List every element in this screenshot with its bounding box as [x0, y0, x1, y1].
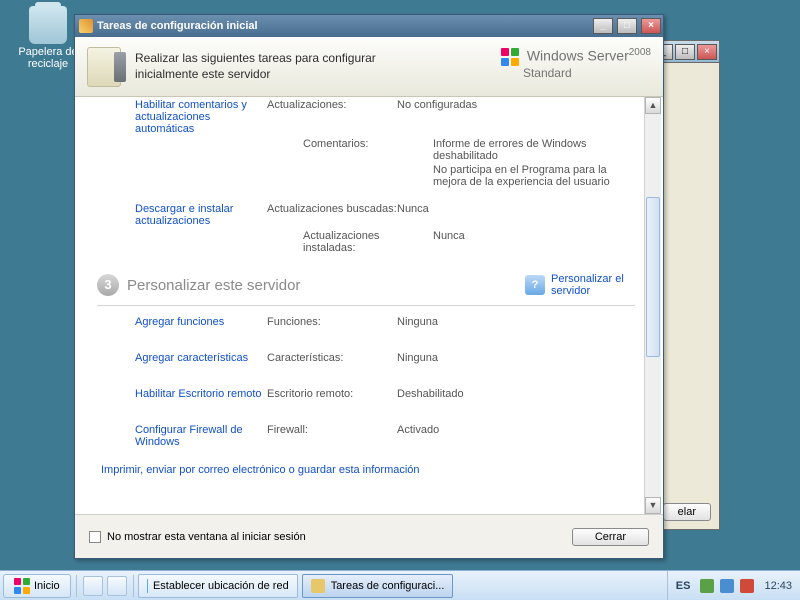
label-comments: Comentarios:	[303, 138, 433, 162]
label-roles: Funciones:	[267, 316, 397, 328]
section-customize: 3 Personalizar este servidor ? Personali…	[97, 273, 641, 297]
label-updates: Actualizaciones:	[267, 99, 397, 111]
value-rdp: Deshabilitado	[397, 388, 641, 400]
value-comments1: Informe de errores de Windows deshabilit…	[433, 138, 641, 162]
window-titlebar[interactable]: Tareas de configuración inicial _ □ ×	[75, 15, 663, 37]
initial-config-window: Tareas de configuración inicial _ □ × Re…	[74, 14, 664, 559]
label-dont-show: No mostrar esta ventana al iniciar sesió…	[107, 531, 306, 543]
scroll-up[interactable]: ▲	[645, 97, 661, 114]
value-installed: Nunca	[433, 230, 641, 254]
scroll-down[interactable]: ▼	[645, 497, 661, 514]
link-print-email-save[interactable]: Imprimir, enviar por correo electrónico …	[101, 464, 641, 476]
system-tray: ES 12:43	[667, 571, 800, 600]
task-download-updates: Descargar e instalar actualizaciones Act…	[91, 201, 641, 229]
bgwin-button[interactable]: elar	[663, 503, 711, 521]
window-icon	[79, 19, 93, 33]
taskbar: Inicio Establecer ubicación de red Tarea…	[0, 570, 800, 600]
quick-launch-item[interactable]	[107, 576, 127, 596]
windows-flag-icon	[501, 48, 519, 66]
scrollbar[interactable]: ▲ ▼	[644, 97, 661, 514]
tray-alert-icon[interactable]	[740, 579, 754, 593]
task-configure-firewall: Configurar Firewall de Windows Firewall:…	[91, 422, 641, 450]
taskbar-task-ict[interactable]: Tareas de configuraci...	[302, 574, 454, 598]
section-title: Personalizar este servidor	[127, 277, 300, 294]
task-enable-rdp: Habilitar Escritorio remoto Escritorio r…	[91, 386, 641, 412]
link-download-updates[interactable]: Descargar e instalar actualizaciones	[135, 203, 233, 227]
scroll-thumb[interactable]	[646, 197, 660, 357]
close-button[interactable]: ×	[641, 18, 661, 34]
value-roles: Ninguna	[397, 316, 641, 328]
window-title: Tareas de configuración inicial	[97, 20, 589, 32]
section-divider	[97, 305, 635, 306]
value-features: Ninguna	[397, 352, 641, 364]
link-configure-firewall[interactable]: Configurar Firewall de Windows	[135, 424, 243, 448]
quick-launch	[79, 576, 131, 596]
value-updates: No configuradas	[397, 99, 641, 111]
content-area: Habilitar comentarios y actualizaciones …	[91, 97, 661, 514]
label-rdp: Escritorio remoto:	[267, 388, 397, 400]
clock[interactable]: 12:43	[764, 580, 792, 592]
link-add-features[interactable]: Agregar características	[135, 352, 248, 364]
value-comments2: No participa en el Programa para la mejo…	[433, 164, 641, 188]
label-installed: Actualizaciones instaladas:	[303, 230, 433, 254]
section-number: 3	[97, 274, 119, 296]
link-enable-rdp[interactable]: Habilitar Escritorio remoto	[135, 388, 262, 400]
ict-icon	[311, 579, 325, 593]
tray-icon[interactable]	[700, 579, 714, 593]
bottom-bar: No mostrar esta ventana al iniciar sesió…	[75, 514, 663, 558]
header-icon	[87, 47, 121, 87]
value-firewall: Activado	[397, 424, 641, 436]
task-add-roles: Agregar funciones Funciones: Ninguna	[91, 314, 641, 340]
taskbar-separator	[76, 575, 77, 597]
help-icon: ?	[525, 275, 545, 295]
start-flag-icon	[14, 578, 30, 594]
link-add-roles[interactable]: Agregar funciones	[135, 316, 224, 328]
tray-network-icon[interactable]	[720, 579, 734, 593]
start-label: Inicio	[34, 580, 60, 592]
checkbox-dont-show[interactable]	[89, 531, 101, 543]
bgwin-close[interactable]: ×	[697, 44, 717, 60]
link-enable-comments[interactable]: Habilitar comentarios y actualizaciones …	[135, 99, 247, 135]
link-customize-help[interactable]: Personalizar el servidor	[551, 273, 641, 297]
label-firewall: Firewall:	[267, 424, 397, 436]
header-band: Realizar las siguientes tareas para conf…	[75, 37, 663, 97]
start-button[interactable]: Inicio	[3, 574, 71, 598]
task-add-features: Agregar características Características:…	[91, 350, 641, 376]
header-text: Realizar las siguientes tareas para conf…	[135, 51, 415, 82]
value-searched: Nunca	[397, 203, 641, 215]
taskbar-task-network[interactable]: Establecer ubicación de red	[138, 574, 298, 598]
recycle-bin-label: Papelera de reciclaje	[18, 46, 78, 70]
task-enable-comments: Habilitar comentarios y actualizaciones …	[91, 97, 641, 137]
maximize-button[interactable]: □	[617, 18, 637, 34]
taskbar-separator	[133, 575, 134, 597]
recycle-bin-icon	[29, 6, 67, 44]
label-features: Características:	[267, 352, 397, 364]
label-searched: Actualizaciones buscadas:	[267, 203, 397, 215]
bgwin-maximize[interactable]: □	[675, 44, 695, 60]
recycle-bin[interactable]: Papelera de reciclaje	[18, 6, 78, 70]
quick-launch-item[interactable]	[83, 576, 103, 596]
close-window-button[interactable]: Cerrar	[572, 528, 649, 546]
minimize-button[interactable]: _	[593, 18, 613, 34]
brand-logo: Windows Server2008 Standard	[501, 47, 651, 80]
language-indicator[interactable]: ES	[676, 580, 691, 592]
